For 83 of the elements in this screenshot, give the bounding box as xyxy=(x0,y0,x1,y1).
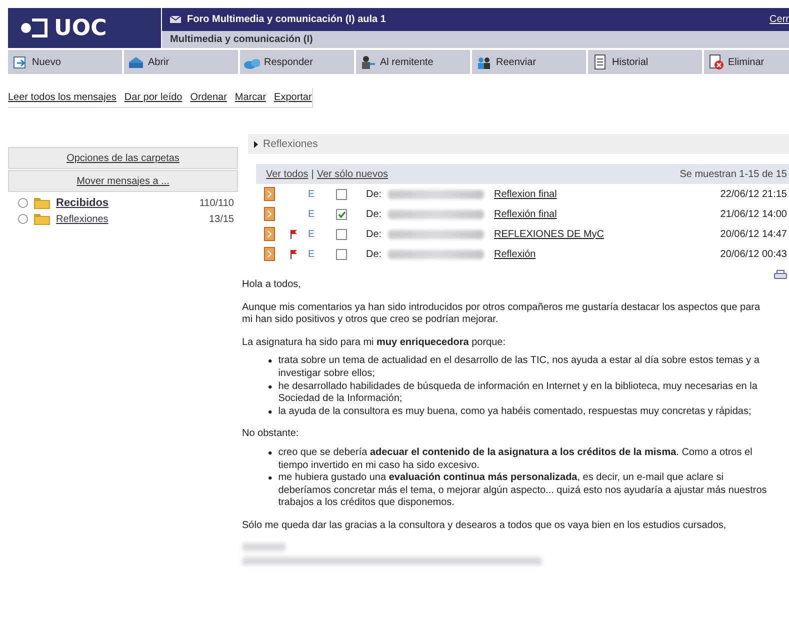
toolbar-button[interactable]: Al remitente xyxy=(356,50,470,74)
list-item: trata sobre un tema de actualidad en el desarrollo de las TIC, nos ayuda a estar al día sobre estos temas y a investigar sobre ellos; xyxy=(278,355,760,381)
person-icon xyxy=(360,54,376,70)
from-label: De: xyxy=(366,228,383,240)
bullet: • xyxy=(268,380,272,396)
message-paragraph: Sólo me queda dar las gracias a la consultora y desearos a todos que os vaya bien en los estudios cursados, xyxy=(242,520,728,532)
subject-link[interactable]: Reflexión final xyxy=(494,208,557,220)
folder-option-link[interactable]: Opciones de las carpetas xyxy=(66,152,180,164)
message-icon xyxy=(264,247,275,261)
message-count: 13/15 xyxy=(208,214,234,224)
triangle-icon xyxy=(254,140,258,148)
message-icon xyxy=(264,227,275,241)
message-row[interactable]: E De: REFLEXIONES DE MyC 20/06/12 14:47 xyxy=(256,224,789,244)
document-icon xyxy=(592,54,608,70)
view-new-link[interactable]: Ver sólo nuevos xyxy=(316,168,388,180)
folder-option-link[interactable]: Mover mensajes a ... xyxy=(76,176,170,186)
toolbar-button[interactable]: Responder xyxy=(240,50,354,74)
toolbar-button[interactable]: Nuevo xyxy=(8,50,122,74)
message-row[interactable]: E De: Reflexion final 22/06/12 21:15 xyxy=(256,184,789,204)
message-row[interactable]: E De: Reflexión final 21/06/12 14:00 xyxy=(256,204,789,224)
message-paragraph: Aunque mis comentarios ya han sido introducidos por otros compañeros me gustaría destacar los aspectos que para mi han sido positivos y otros que creo se podrían mejorar. xyxy=(242,302,762,327)
message-paragraph: Hola a todos, xyxy=(242,279,302,292)
envelope-icon xyxy=(128,54,144,70)
action-link[interactable]: Exportar xyxy=(274,92,312,103)
toolbar-button[interactable]: Eliminar xyxy=(704,50,789,74)
message-paragraph: No obstante: xyxy=(242,428,300,441)
action-link[interactable]: Dar por leído xyxy=(124,92,182,103)
folder-link[interactable]: Reflexiones xyxy=(56,214,108,224)
subject-link[interactable]: REFLEXIONES DE MyC xyxy=(494,228,604,240)
checkbox[interactable] xyxy=(336,208,347,220)
status-letter: E xyxy=(308,208,316,220)
toolbar-button[interactable]: Abrir xyxy=(124,50,238,74)
view-all-link[interactable]: Ver todos xyxy=(266,168,308,180)
from-label: De: xyxy=(366,188,383,200)
action-link[interactable]: Leer todos los mensajes xyxy=(8,92,116,103)
folder-link[interactable]: Recibidos xyxy=(56,197,109,209)
message-paragraph: La asignatura ha sido para mi muy enriquecedora porque: xyxy=(242,336,506,350)
list-item: me hubiera gustado una evaluación continua más personalizada, es decir, un e-mail que aclare si deberíamos concretar más el tema, o mejorar algún aspecto... quizá esto nos ayudaría a ajustar más nuestros trabajos a los créditos que disponemos. xyxy=(278,472,768,510)
close-link[interactable]: Cerr xyxy=(770,14,789,25)
status-letter: E xyxy=(308,228,316,240)
checkbox[interactable] xyxy=(336,228,347,240)
from-label: De: xyxy=(366,248,383,260)
message-count: 110/110 xyxy=(199,198,234,208)
delete-icon xyxy=(708,54,724,70)
course-name: Multimedia y comunicación (I) xyxy=(170,34,313,45)
list-item: he desarrollado habilidades de búsqueda de información en Internet y en la biblioteca, muy necesarias en la Sociedad de la Información; xyxy=(278,380,758,406)
folder-icon xyxy=(34,213,50,225)
bullet: • xyxy=(268,355,272,370)
envelope-icon xyxy=(170,16,181,23)
folder-icon xyxy=(34,197,50,209)
subject-link[interactable]: Reflexión xyxy=(494,248,536,260)
folder-title: Reflexiones xyxy=(263,138,318,150)
logo-text: UOC xyxy=(54,16,107,40)
message-date: 22/06/12 21:15 xyxy=(719,188,788,200)
screen-icon xyxy=(20,18,48,38)
checkbox[interactable] xyxy=(336,188,347,200)
status-letter: E xyxy=(308,248,316,260)
bullet: • xyxy=(268,472,272,488)
print-icon[interactable] xyxy=(774,270,787,279)
radio-button[interactable] xyxy=(18,198,28,208)
message-icon xyxy=(264,207,275,221)
bullet: • xyxy=(268,446,272,462)
action-link[interactable]: Marcar xyxy=(234,92,266,103)
message-icon xyxy=(264,187,275,201)
toolbar-button[interactable]: Reenviar xyxy=(472,50,586,74)
window-title: Foro Multimedia y comunicación (I) aula 1 xyxy=(187,14,386,25)
action-link[interactable]: Ordenar xyxy=(190,92,227,103)
toolbar-button[interactable]: Historial xyxy=(588,50,702,74)
list-item: la ayuda de la consultora es muy buena, como ya habéis comentado, respuestas muy concretas y rápidas; xyxy=(278,406,752,418)
blurred-signature xyxy=(242,542,286,550)
status-letter: E xyxy=(308,188,316,200)
message-date: 21/06/12 14:00 xyxy=(719,208,788,220)
list-item: creo que se debería adecuar el contenido de la asignatura a los créditos de la misma. Como a otros el tiempo invertido en mi caso ha sido excesivo. xyxy=(278,446,754,472)
message-date: 20/06/12 00:43 xyxy=(719,248,788,260)
checkbox[interactable] xyxy=(336,248,347,260)
message-date: 20/06/12 14:47 xyxy=(719,228,788,240)
message-row[interactable]: E De: Reflexión 20/06/12 00:43 xyxy=(256,244,789,264)
radio-button[interactable] xyxy=(18,214,28,224)
from-label: De: xyxy=(366,208,383,220)
bullet: • xyxy=(268,406,272,418)
subject-link[interactable]: Reflexion final xyxy=(494,188,557,200)
separator: | xyxy=(311,168,314,180)
range-text: Se muestran 1-15 de 15 xyxy=(680,168,787,180)
